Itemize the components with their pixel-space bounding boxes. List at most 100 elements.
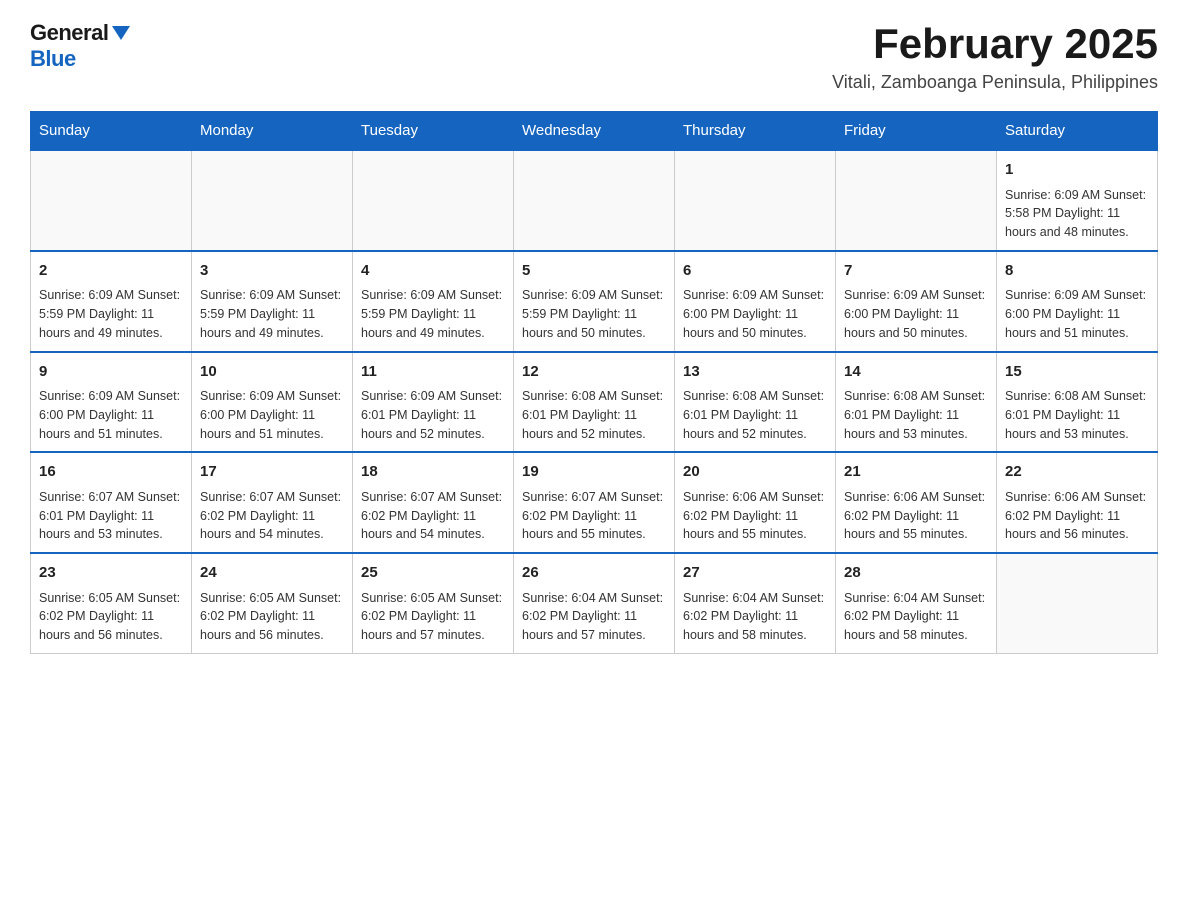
calendar-cell: 26Sunrise: 6:04 AM Sunset: 6:02 PM Dayli… xyxy=(514,553,675,653)
calendar-cell xyxy=(514,150,675,251)
day-info: Sunrise: 6:09 AM Sunset: 5:59 PM Dayligh… xyxy=(361,286,505,342)
calendar-header-monday: Monday xyxy=(192,112,353,151)
day-number: 14 xyxy=(844,361,988,384)
calendar-cell: 4 Sunrise: 6:09 AM Sunset: 5:59 PM Daylig… xyxy=(353,251,514,352)
calendar-cell: 5 Sunrise: 6:09 AM Sunset: 5:59 PM Daylig… xyxy=(514,251,675,352)
day-number: 21 xyxy=(844,461,988,484)
day-number: 4 xyxy=(361,260,505,283)
calendar-cell xyxy=(997,553,1158,653)
day-number: 2 xyxy=(39,260,183,283)
day-number: 1 xyxy=(1005,159,1149,182)
title-section: February 2025 Vitali, Zamboanga Peninsul… xyxy=(832,20,1158,93)
day-info: Sunrise: 6:09 AM Sunset: 6:00 PM Dayligh… xyxy=(1005,286,1149,342)
day-info: Sunrise: 6:06 AM Sunset: 6:02 PM Dayligh… xyxy=(844,488,988,544)
day-number: 10 xyxy=(200,361,344,384)
calendar-header-tuesday: Tuesday xyxy=(353,112,514,151)
calendar-cell: 17Sunrise: 6:07 AM Sunset: 6:02 PM Dayli… xyxy=(192,452,353,553)
day-info: Sunrise: 6:09 AM Sunset: 6:01 PM Dayligh… xyxy=(361,387,505,443)
calendar-cell xyxy=(836,150,997,251)
day-info: Sunrise: 6:09 AM Sunset: 6:00 PM Dayligh… xyxy=(683,286,827,342)
day-number: 12 xyxy=(522,361,666,384)
day-info: Sunrise: 6:04 AM Sunset: 6:02 PM Dayligh… xyxy=(844,589,988,645)
day-info: Sunrise: 6:08 AM Sunset: 6:01 PM Dayligh… xyxy=(1005,387,1149,443)
logo-triangle-icon xyxy=(112,26,130,40)
calendar-cell: 3 Sunrise: 6:09 AM Sunset: 5:59 PM Daylig… xyxy=(192,251,353,352)
week-row-4: 16 Sunrise: 6:07 AM Sunset: 6:01 PM Dayli… xyxy=(31,452,1158,553)
calendar-cell: 14 Sunrise: 6:08 AM Sunset: 6:01 PM Dayli… xyxy=(836,352,997,453)
day-number: 16 xyxy=(39,461,183,484)
calendar-cell: 24 Sunrise: 6:05 AM Sunset: 6:02 PM Dayli… xyxy=(192,553,353,653)
calendar-cell: 28Sunrise: 6:04 AM Sunset: 6:02 PM Dayli… xyxy=(836,553,997,653)
week-row-2: 2 Sunrise: 6:09 AM Sunset: 5:59 PM Daylig… xyxy=(31,251,1158,352)
day-info: Sunrise: 6:07 AM Sunset: 6:02 PM Dayligh… xyxy=(200,488,344,544)
week-row-5: 23 Sunrise: 6:05 AM Sunset: 6:02 PM Dayli… xyxy=(31,553,1158,653)
calendar-header-thursday: Thursday xyxy=(675,112,836,151)
calendar-cell: 8 Sunrise: 6:09 AM Sunset: 6:00 PM Daylig… xyxy=(997,251,1158,352)
day-info: Sunrise: 6:07 AM Sunset: 6:02 PM Dayligh… xyxy=(361,488,505,544)
calendar-header-friday: Friday xyxy=(836,112,997,151)
day-number: 15 xyxy=(1005,361,1149,384)
day-number: 24 xyxy=(200,562,344,585)
day-info: Sunrise: 6:09 AM Sunset: 5:59 PM Dayligh… xyxy=(39,286,183,342)
logo-general-text: General xyxy=(30,20,108,46)
location-title: Vitali, Zamboanga Peninsula, Philippines xyxy=(832,72,1158,93)
day-info: Sunrise: 6:04 AM Sunset: 6:02 PM Dayligh… xyxy=(522,589,666,645)
week-row-3: 9 Sunrise: 6:09 AM Sunset: 6:00 PM Daylig… xyxy=(31,352,1158,453)
calendar-cell: 21 Sunrise: 6:06 AM Sunset: 6:02 PM Dayli… xyxy=(836,452,997,553)
day-info: Sunrise: 6:09 AM Sunset: 6:00 PM Dayligh… xyxy=(844,286,988,342)
calendar-cell: 1 Sunrise: 6:09 AM Sunset: 5:58 PM Daylig… xyxy=(997,150,1158,251)
day-info: Sunrise: 6:09 AM Sunset: 6:00 PM Dayligh… xyxy=(200,387,344,443)
calendar-header-sunday: Sunday xyxy=(31,112,192,151)
calendar-cell: 2 Sunrise: 6:09 AM Sunset: 5:59 PM Daylig… xyxy=(31,251,192,352)
calendar-header-row: SundayMondayTuesdayWednesdayThursdayFrid… xyxy=(31,112,1158,151)
calendar-cell: 16 Sunrise: 6:07 AM Sunset: 6:01 PM Dayli… xyxy=(31,452,192,553)
calendar-cell: 25Sunrise: 6:05 AM Sunset: 6:02 PM Dayli… xyxy=(353,553,514,653)
day-number: 23 xyxy=(39,562,183,585)
calendar-cell: 12 Sunrise: 6:08 AM Sunset: 6:01 PM Dayli… xyxy=(514,352,675,453)
day-number: 25 xyxy=(361,562,505,585)
day-number: 8 xyxy=(1005,260,1149,283)
calendar-cell: 7 Sunrise: 6:09 AM Sunset: 6:00 PM Daylig… xyxy=(836,251,997,352)
page-header: General Blue February 2025 Vitali, Zambo… xyxy=(30,20,1158,93)
day-info: Sunrise: 6:06 AM Sunset: 6:02 PM Dayligh… xyxy=(1005,488,1149,544)
day-number: 7 xyxy=(844,260,988,283)
calendar-header-saturday: Saturday xyxy=(997,112,1158,151)
calendar-cell: 20Sunrise: 6:06 AM Sunset: 6:02 PM Dayli… xyxy=(675,452,836,553)
calendar-cell: 19Sunrise: 6:07 AM Sunset: 6:02 PM Dayli… xyxy=(514,452,675,553)
calendar-cell: 27 Sunrise: 6:04 AM Sunset: 6:02 PM Dayli… xyxy=(675,553,836,653)
day-info: Sunrise: 6:09 AM Sunset: 6:00 PM Dayligh… xyxy=(39,387,183,443)
day-info: Sunrise: 6:05 AM Sunset: 6:02 PM Dayligh… xyxy=(200,589,344,645)
day-info: Sunrise: 6:06 AM Sunset: 6:02 PM Dayligh… xyxy=(683,488,827,544)
calendar-cell: 18Sunrise: 6:07 AM Sunset: 6:02 PM Dayli… xyxy=(353,452,514,553)
day-number: 27 xyxy=(683,562,827,585)
month-title: February 2025 xyxy=(832,20,1158,68)
calendar-cell: 15 Sunrise: 6:08 AM Sunset: 6:01 PM Dayli… xyxy=(997,352,1158,453)
day-number: 6 xyxy=(683,260,827,283)
calendar-cell: 11Sunrise: 6:09 AM Sunset: 6:01 PM Dayli… xyxy=(353,352,514,453)
day-info: Sunrise: 6:05 AM Sunset: 6:02 PM Dayligh… xyxy=(39,589,183,645)
logo: General Blue xyxy=(30,20,130,72)
day-number: 5 xyxy=(522,260,666,283)
calendar-table: SundayMondayTuesdayWednesdayThursdayFrid… xyxy=(30,111,1158,654)
calendar-cell xyxy=(353,150,514,251)
day-info: Sunrise: 6:08 AM Sunset: 6:01 PM Dayligh… xyxy=(844,387,988,443)
day-info: Sunrise: 6:07 AM Sunset: 6:02 PM Dayligh… xyxy=(522,488,666,544)
logo-blue-text: Blue xyxy=(30,46,76,72)
day-info: Sunrise: 6:04 AM Sunset: 6:02 PM Dayligh… xyxy=(683,589,827,645)
day-info: Sunrise: 6:09 AM Sunset: 5:59 PM Dayligh… xyxy=(200,286,344,342)
day-number: 13 xyxy=(683,361,827,384)
calendar-cell: 23 Sunrise: 6:05 AM Sunset: 6:02 PM Dayli… xyxy=(31,553,192,653)
day-number: 22 xyxy=(1005,461,1149,484)
day-info: Sunrise: 6:08 AM Sunset: 6:01 PM Dayligh… xyxy=(522,387,666,443)
calendar-cell: 9 Sunrise: 6:09 AM Sunset: 6:00 PM Daylig… xyxy=(31,352,192,453)
calendar-cell: 13Sunrise: 6:08 AM Sunset: 6:01 PM Dayli… xyxy=(675,352,836,453)
day-info: Sunrise: 6:09 AM Sunset: 5:58 PM Dayligh… xyxy=(1005,186,1149,242)
calendar-header-wednesday: Wednesday xyxy=(514,112,675,151)
calendar-cell xyxy=(192,150,353,251)
day-info: Sunrise: 6:07 AM Sunset: 6:01 PM Dayligh… xyxy=(39,488,183,544)
calendar-cell xyxy=(675,150,836,251)
day-info: Sunrise: 6:09 AM Sunset: 5:59 PM Dayligh… xyxy=(522,286,666,342)
week-row-1: 1 Sunrise: 6:09 AM Sunset: 5:58 PM Daylig… xyxy=(31,150,1158,251)
day-number: 9 xyxy=(39,361,183,384)
day-number: 3 xyxy=(200,260,344,283)
